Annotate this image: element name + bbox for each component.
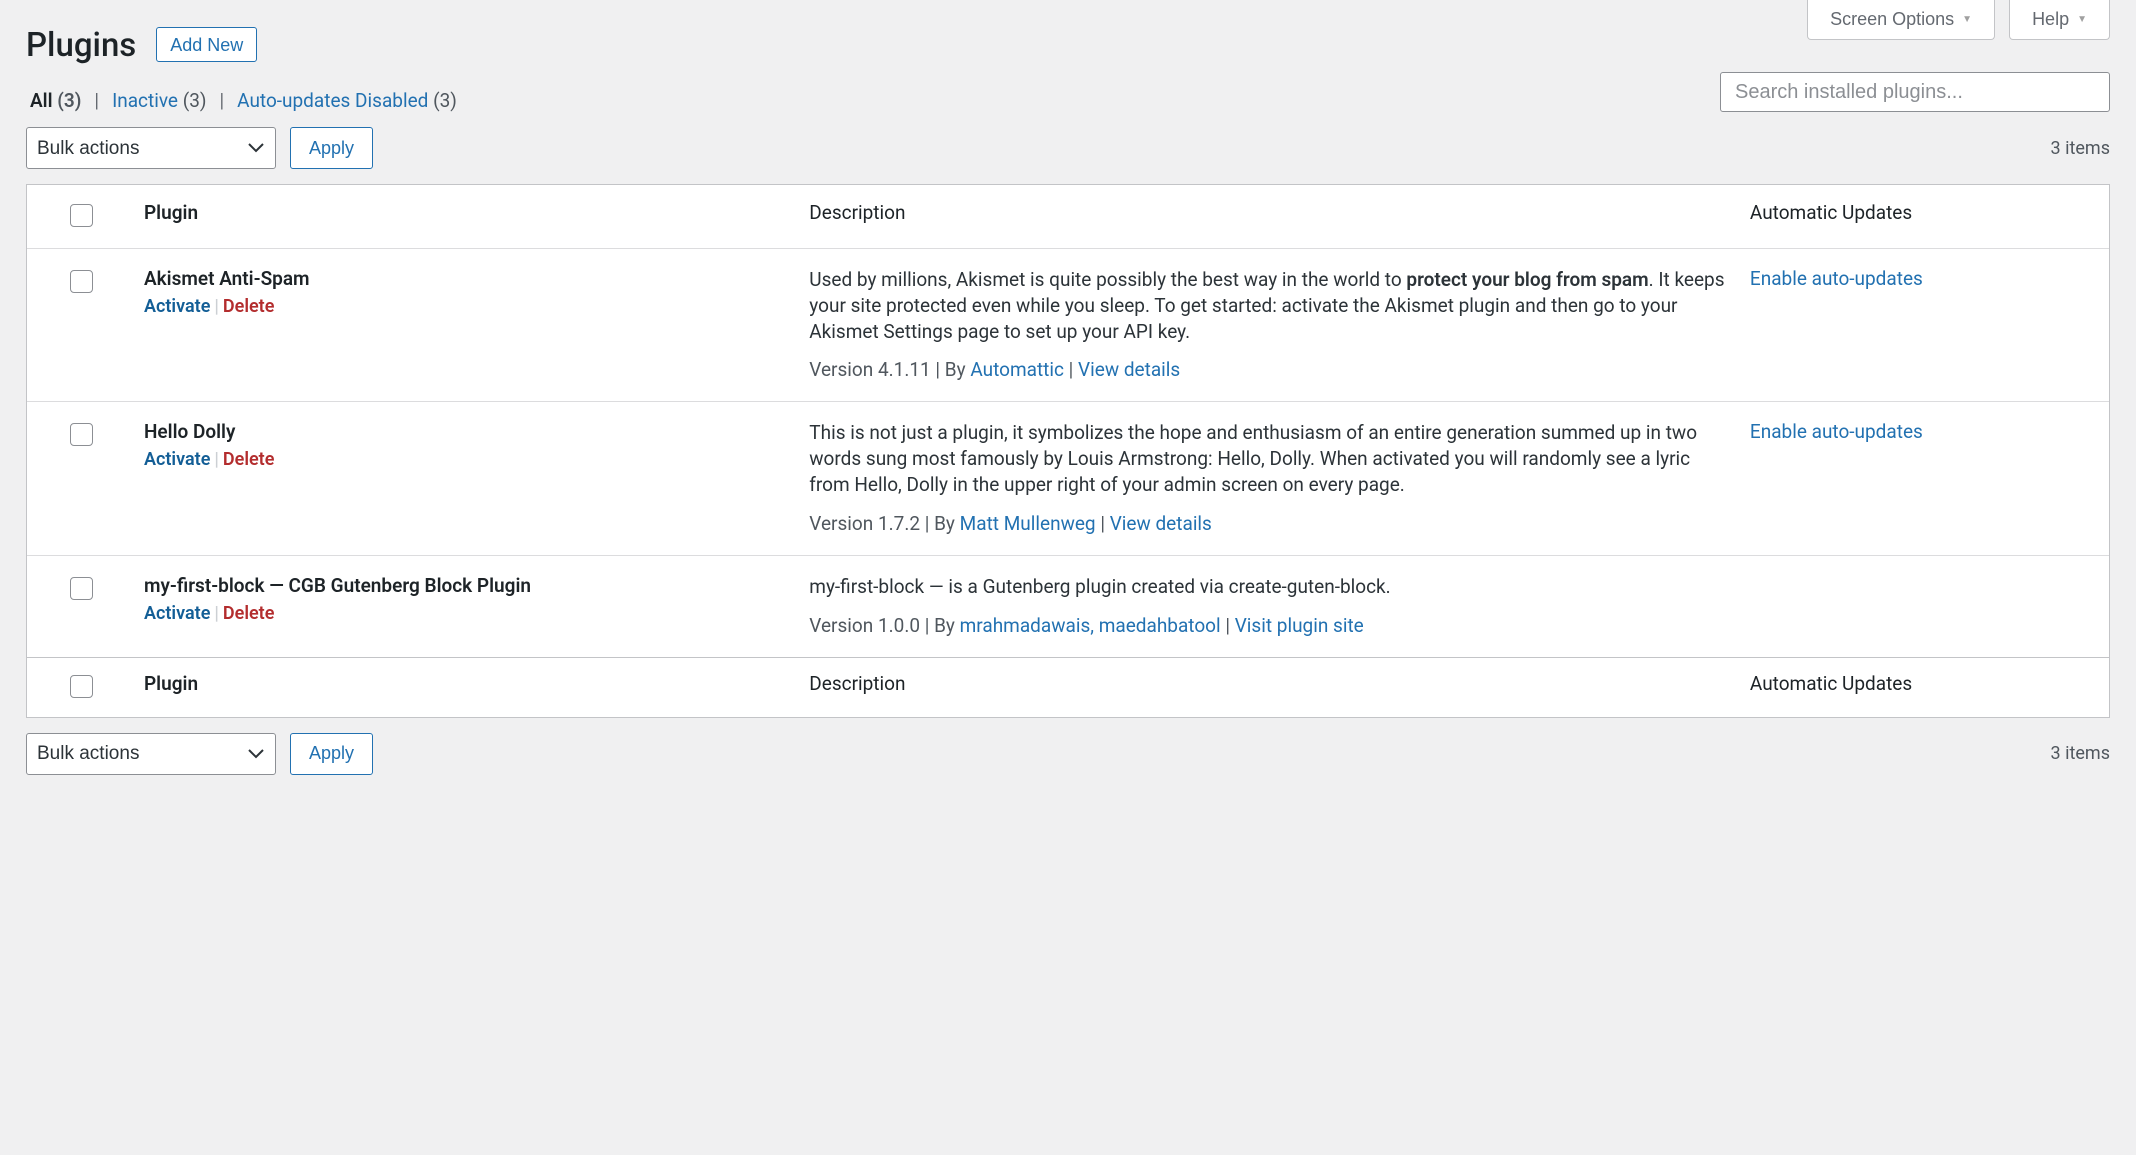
- plugins-table: Plugin Description Automatic Updates Aki…: [26, 184, 2110, 718]
- filter-all[interactable]: All (3): [30, 89, 81, 112]
- apply-bulk-bottom[interactable]: Apply: [290, 733, 373, 775]
- select-all-top[interactable]: [70, 204, 93, 227]
- plugin-meta: Version 1.7.2 | By Matt Mullenweg | View…: [809, 512, 1734, 535]
- screen-options-label: Screen Options: [1830, 9, 1954, 30]
- plugin-author-link[interactable]: mrahmadawais, maedahbatool: [960, 614, 1221, 637]
- table-row: Akismet Anti-Spam Activate|Delete Used by …: [27, 248, 2109, 401]
- plugin-title: Hello Dolly: [144, 420, 793, 443]
- plugin-description: Used by millions, Akismet is quite possi…: [809, 267, 1734, 344]
- add-new-button[interactable]: Add New: [156, 27, 257, 62]
- bulk-actions-select-bottom[interactable]: Bulk actions: [26, 733, 276, 775]
- table-row: Hello Dolly Activate|Delete This is not ju…: [27, 401, 2109, 554]
- view-details-link[interactable]: View details: [1110, 512, 1212, 535]
- help-button[interactable]: Help ▼: [2009, 0, 2110, 40]
- plugin-title: Akismet Anti-Spam: [144, 267, 793, 290]
- filter-inactive[interactable]: Inactive: [112, 89, 183, 112]
- plugin-checkbox[interactable]: [70, 270, 93, 293]
- column-plugin-foot[interactable]: Plugin: [136, 657, 801, 717]
- delete-link[interactable]: Delete: [223, 296, 275, 317]
- row-actions: Activate|Delete: [144, 449, 793, 470]
- plugin-description: my-first-block — is a Gutenberg plugin c…: [809, 574, 1734, 600]
- page-title: Plugins: [26, 26, 136, 65]
- items-count-top: 3 items: [2051, 138, 2110, 159]
- bulk-actions-select-top[interactable]: Bulk actions: [26, 127, 276, 169]
- search-input[interactable]: [1720, 72, 2110, 112]
- screen-options-button[interactable]: Screen Options ▼: [1807, 0, 1995, 40]
- activate-link[interactable]: Activate: [144, 449, 210, 470]
- column-description[interactable]: Description: [801, 185, 1742, 248]
- activate-link[interactable]: Activate: [144, 603, 210, 624]
- activate-link[interactable]: Activate: [144, 296, 210, 317]
- enable-auto-updates-link[interactable]: Enable auto-updates: [1750, 267, 1923, 290]
- delete-link[interactable]: Delete: [223, 449, 275, 470]
- help-label: Help: [2032, 9, 2069, 30]
- column-description-foot[interactable]: Description: [801, 657, 1742, 717]
- column-auto-updates[interactable]: Automatic Updates: [1742, 185, 2109, 248]
- plugin-checkbox[interactable]: [70, 577, 93, 600]
- items-count-bottom: 3 items: [2051, 743, 2110, 764]
- plugin-meta: Version 4.1.11 | By Automattic | View de…: [809, 358, 1734, 381]
- column-plugin[interactable]: Plugin: [136, 185, 801, 248]
- select-all-bottom[interactable]: [70, 675, 93, 698]
- enable-auto-updates-link[interactable]: Enable auto-updates: [1750, 420, 1923, 443]
- delete-link[interactable]: Delete: [223, 603, 275, 624]
- column-auto-updates-foot[interactable]: Automatic Updates: [1742, 657, 2109, 717]
- plugin-title: my-first-block — CGB Gutenberg Block Plu…: [144, 574, 793, 597]
- plugin-checkbox[interactable]: [70, 423, 93, 446]
- chevron-down-icon: ▼: [1962, 14, 1972, 25]
- plugin-author-link[interactable]: Automattic: [970, 358, 1064, 381]
- plugin-description: This is not just a plugin, it symbolizes…: [809, 420, 1734, 497]
- chevron-down-icon: ▼: [2077, 14, 2087, 25]
- apply-bulk-top[interactable]: Apply: [290, 127, 373, 169]
- row-actions: Activate|Delete: [144, 603, 793, 624]
- table-row: my-first-block — CGB Gutenberg Block Plu…: [27, 555, 2109, 657]
- row-actions: Activate|Delete: [144, 296, 793, 317]
- plugin-meta: Version 1.0.0 | By mrahmadawais, maedahb…: [809, 614, 1734, 637]
- visit-site-link[interactable]: Visit plugin site: [1235, 614, 1364, 637]
- plugin-author-link[interactable]: Matt Mullenweg: [960, 512, 1096, 535]
- filter-auto-updates-disabled[interactable]: Auto-updates Disabled: [237, 89, 433, 112]
- view-details-link[interactable]: View details: [1078, 358, 1180, 381]
